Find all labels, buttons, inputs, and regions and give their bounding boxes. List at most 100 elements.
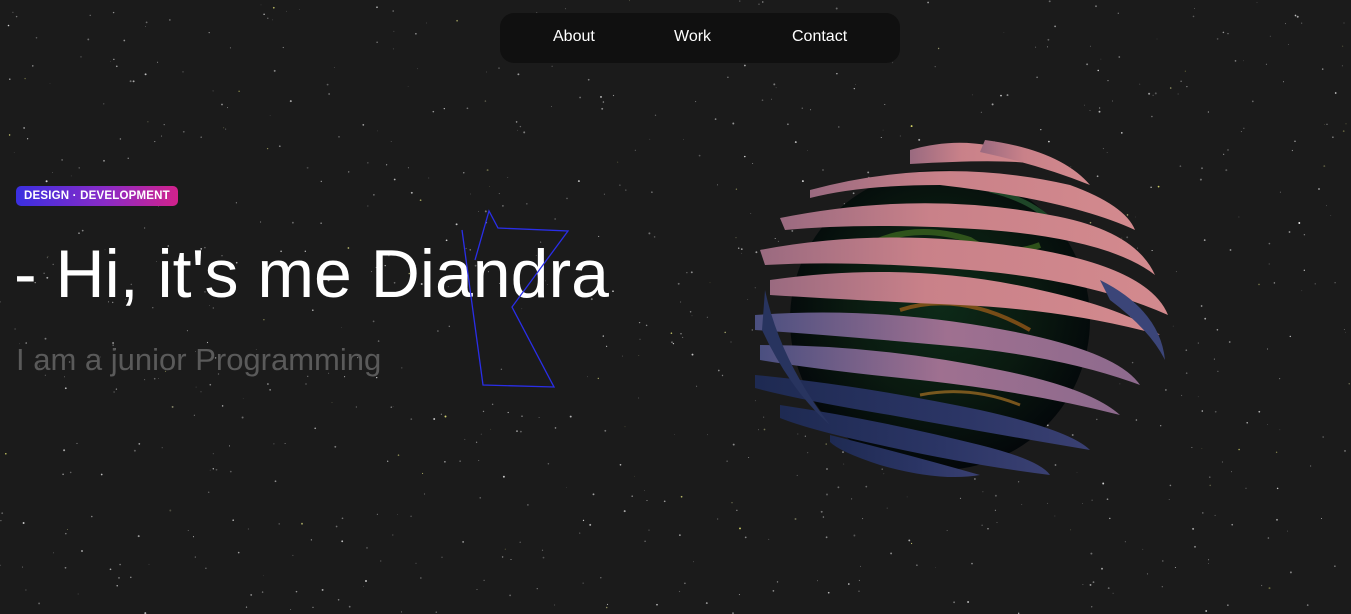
star xyxy=(1021,503,1023,505)
star xyxy=(634,149,636,151)
star xyxy=(1285,23,1286,25)
star xyxy=(1229,249,1232,251)
star xyxy=(787,123,789,126)
star xyxy=(714,118,717,120)
star xyxy=(1301,22,1303,24)
star xyxy=(709,282,711,284)
star xyxy=(619,184,621,186)
star xyxy=(470,193,472,195)
nav-link-about[interactable]: About xyxy=(553,28,595,46)
star xyxy=(463,172,465,174)
star xyxy=(333,66,335,68)
design-development-badge: DESIGN · DEVELOPMENT xyxy=(16,186,178,206)
star xyxy=(1082,503,1083,505)
star xyxy=(1222,31,1225,34)
star xyxy=(337,599,340,601)
star xyxy=(401,367,403,369)
star xyxy=(825,536,828,539)
star xyxy=(1101,567,1103,570)
star xyxy=(123,39,126,42)
star xyxy=(717,184,718,186)
star xyxy=(838,126,840,128)
star xyxy=(1287,530,1289,532)
star xyxy=(564,8,567,10)
star xyxy=(365,580,367,582)
star xyxy=(432,110,435,113)
star xyxy=(65,532,67,535)
star xyxy=(1324,124,1326,125)
star xyxy=(437,330,439,332)
star xyxy=(1089,583,1092,586)
nav-link-contact[interactable]: Contact xyxy=(792,28,847,46)
star xyxy=(605,606,608,609)
star xyxy=(1205,610,1208,612)
star xyxy=(551,65,553,67)
star xyxy=(597,377,599,380)
star xyxy=(137,535,140,538)
star xyxy=(284,442,286,445)
star xyxy=(420,577,422,579)
star xyxy=(810,109,812,111)
star xyxy=(648,232,651,235)
nav-link-work[interactable]: Work xyxy=(674,28,711,46)
star xyxy=(794,518,797,520)
star xyxy=(566,197,568,200)
star xyxy=(1177,93,1179,95)
star xyxy=(1306,604,1309,606)
star xyxy=(1298,222,1301,224)
star xyxy=(602,101,605,103)
star xyxy=(1334,565,1336,567)
star xyxy=(566,487,567,488)
star xyxy=(479,497,481,499)
star xyxy=(744,536,747,539)
star xyxy=(890,552,893,555)
star xyxy=(444,460,446,463)
star xyxy=(1294,140,1296,142)
star xyxy=(299,9,300,11)
star xyxy=(15,15,18,18)
star xyxy=(61,159,63,161)
star xyxy=(1047,502,1049,504)
star xyxy=(295,590,298,593)
star xyxy=(116,585,118,587)
star xyxy=(644,540,646,542)
star xyxy=(1100,58,1102,60)
star xyxy=(115,65,118,68)
star xyxy=(519,430,522,433)
star xyxy=(305,383,307,385)
star xyxy=(1112,100,1113,102)
star xyxy=(683,139,684,140)
star xyxy=(1098,110,1101,113)
star xyxy=(645,324,648,327)
star xyxy=(69,471,72,474)
star xyxy=(858,579,860,582)
star xyxy=(916,564,918,567)
star xyxy=(320,222,322,224)
star xyxy=(587,78,590,81)
star xyxy=(680,495,683,498)
star xyxy=(507,177,509,179)
star xyxy=(579,532,581,534)
star xyxy=(278,145,281,148)
star xyxy=(13,152,15,153)
star xyxy=(569,415,572,418)
star xyxy=(631,495,634,498)
star xyxy=(1197,396,1199,398)
star xyxy=(147,121,149,123)
star xyxy=(5,453,7,455)
star xyxy=(1095,5,1097,8)
star xyxy=(1227,33,1229,35)
star xyxy=(1207,111,1210,113)
star xyxy=(731,502,733,504)
star xyxy=(261,591,264,593)
star xyxy=(78,167,80,169)
star xyxy=(1000,94,1002,97)
star xyxy=(892,62,894,64)
star xyxy=(9,78,11,80)
star xyxy=(761,99,764,102)
star xyxy=(739,527,741,530)
star xyxy=(656,603,658,606)
star xyxy=(689,310,692,313)
star xyxy=(827,591,830,594)
star xyxy=(80,56,82,58)
